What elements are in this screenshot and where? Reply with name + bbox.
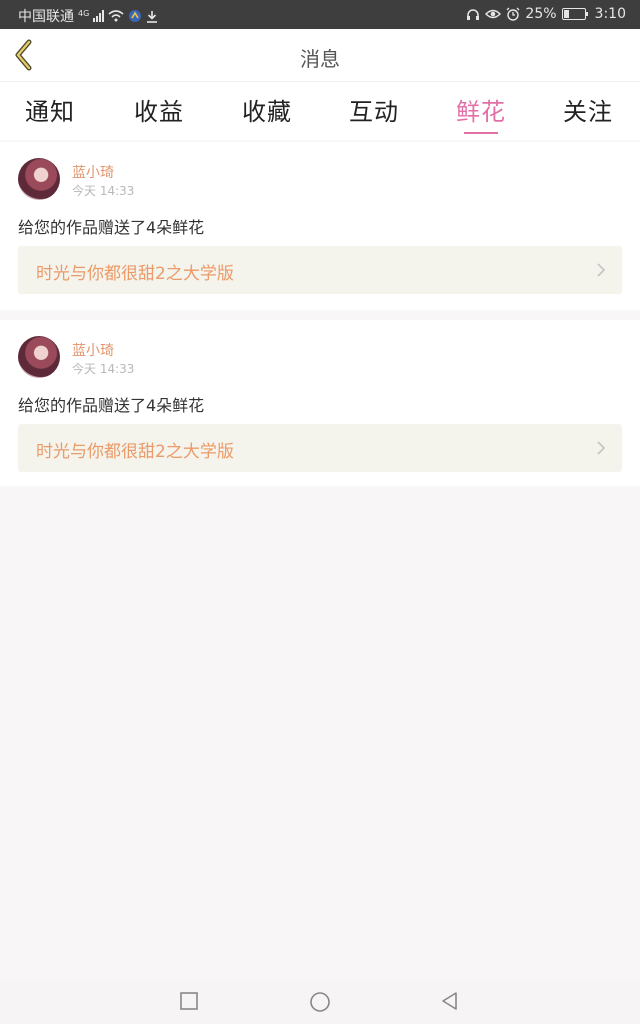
system-nav-bar (0, 980, 640, 1024)
message-time: 今天 14:33 (72, 362, 135, 376)
battery-icon (561, 8, 588, 20)
work-link[interactable]: 时光与你都很甜2之大学版 (18, 246, 622, 294)
tab-earnings[interactable]: 收益 (119, 92, 199, 127)
message-card: 蓝小琦 今天 14:33 给您的作品赠送了4朵鲜花 时光与你都很甜2之大学版 (0, 320, 640, 486)
home-icon[interactable] (309, 991, 331, 1013)
app-icon (129, 10, 142, 22)
tab-notifications[interactable]: 通知 (10, 92, 90, 127)
chevron-right-icon (597, 263, 606, 277)
tab-flowers[interactable]: 鲜花 (441, 92, 521, 127)
battery-percent: 25% (525, 6, 557, 22)
back-icon[interactable] (440, 991, 460, 1011)
work-title: 时光与你都很甜2之大学版 (36, 264, 234, 284)
network-type: 4G (78, 8, 90, 18)
message-time: 今天 14:33 (72, 184, 135, 198)
active-tab-indicator (464, 132, 498, 134)
recent-apps-icon[interactable] (179, 991, 199, 1011)
avatar[interactable] (18, 158, 60, 200)
message-text: 给您的作品赠送了4朵鲜花 (18, 396, 205, 415)
tab-interactions[interactable]: 互动 (334, 92, 414, 127)
carrier-label: 中国联通 (18, 9, 74, 25)
wifi-icon (108, 10, 124, 22)
tab-bar: 通知 收益 收藏 互动 鲜花 关注 (0, 82, 640, 140)
headphone-icon (467, 8, 480, 20)
chevron-right-icon (597, 441, 606, 455)
tab-following[interactable]: 关注 (548, 92, 628, 127)
sender-name[interactable]: 蓝小琦 (72, 162, 114, 182)
work-title: 时光与你都很甜2之大学版 (36, 442, 234, 462)
clock: 3:10 (594, 6, 626, 22)
tab-favorites[interactable]: 收藏 (227, 92, 307, 127)
alarm-icon (506, 7, 520, 21)
avatar[interactable] (18, 336, 60, 378)
eye-icon (485, 9, 502, 19)
work-link[interactable]: 时光与你都很甜2之大学版 (18, 424, 622, 472)
signal-icon (93, 10, 105, 22)
status-bar: 中国联通 4G 25% 3:10 (0, 0, 640, 29)
header-bar: 消息 (0, 29, 640, 82)
message-text: 给您的作品赠送了4朵鲜花 (18, 218, 205, 237)
sender-name[interactable]: 蓝小琦 (72, 340, 114, 360)
download-icon (147, 10, 158, 23)
message-card: 蓝小琦 今天 14:33 给您的作品赠送了4朵鲜花 时光与你都很甜2之大学版 (0, 142, 640, 310)
page-title: 消息 (300, 47, 340, 71)
